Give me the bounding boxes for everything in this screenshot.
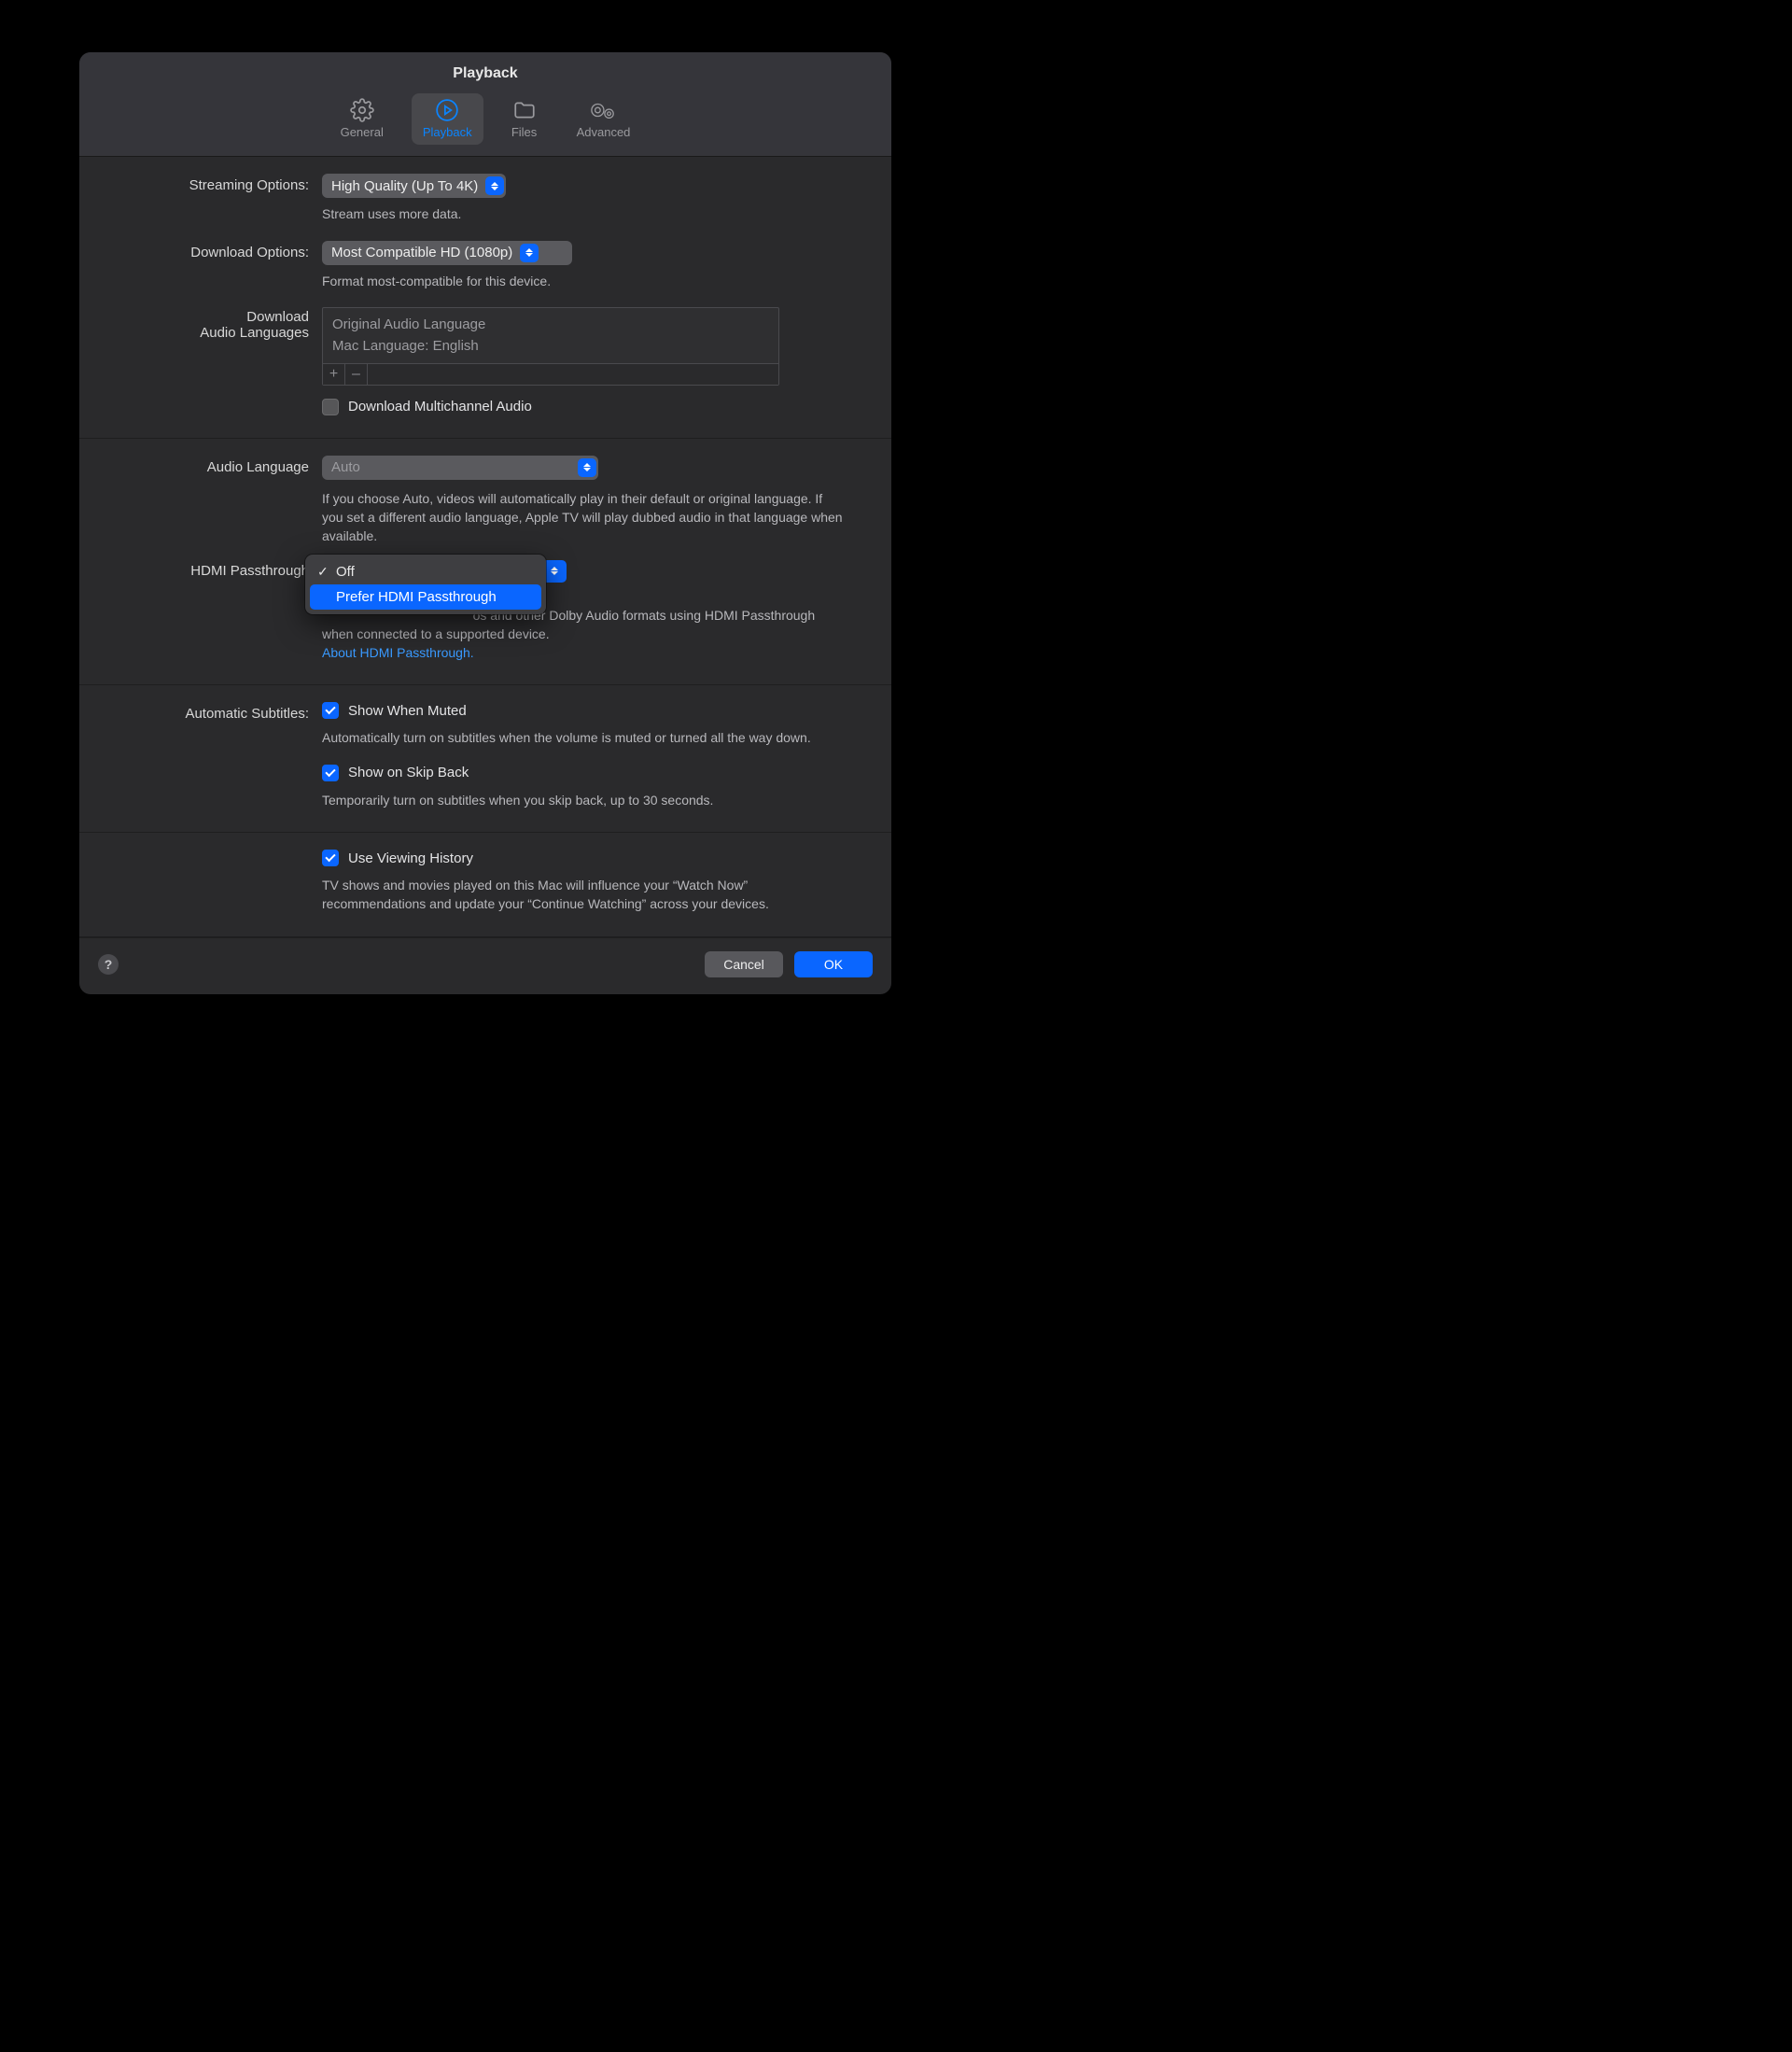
play-circle-icon [434,99,460,121]
select-value: Auto [331,459,360,475]
window-title: Playback [79,52,891,90]
dialog-footer: ? Cancel OK [79,937,891,994]
tab-files[interactable]: Files [500,93,549,145]
download-audio-languages-label: Download Audio Languages [126,307,322,341]
audio-language-desc: If you choose Auto, videos will automati… [322,489,845,546]
section-streaming-download: Streaming Options: High Quality (Up To 4… [79,157,891,439]
add-language-button[interactable]: + [323,364,345,385]
use-viewing-history-label: Use Viewing History [348,850,473,866]
show-on-skip-back-checkbox[interactable] [322,765,339,781]
hdmi-about-link[interactable]: About HDMI Passthrough. [322,645,474,660]
streaming-options-label: Streaming Options: [126,174,322,193]
select-value: High Quality (Up To 4K) [331,178,478,194]
download-multichannel-checkbox[interactable] [322,399,339,415]
tab-advanced[interactable]: Advanced [566,93,642,145]
chevron-updown-icon [578,458,596,477]
show-on-skip-back-desc: Temporarily turn on subtitles when you s… [322,791,845,809]
ok-button[interactable]: OK [794,951,873,977]
show-when-muted-label: Show When Muted [348,703,467,719]
listbox-controls: + – [323,363,778,385]
show-on-skip-back-label: Show on Skip Back [348,765,469,780]
use-viewing-history-checkbox[interactable] [322,850,339,866]
preferences-toolbar: General Playback Files Advanced [79,90,891,157]
hdmi-option-prefer[interactable]: Prefer HDMI Passthrough [310,584,541,610]
list-item[interactable]: Mac Language: English [332,335,769,357]
help-button[interactable]: ? [98,954,119,975]
section-subtitles: Automatic Subtitles: Show When Muted Aut… [79,685,891,833]
download-multichannel-label: Download Multichannel Audio [348,399,532,415]
streaming-options-select[interactable]: High Quality (Up To 4K) [322,174,506,198]
show-when-muted-checkbox[interactable] [322,702,339,719]
list-item[interactable]: Original Audio Language [332,314,769,335]
tab-label: Advanced [577,125,631,139]
audio-language-select[interactable]: Auto [322,456,598,480]
tab-general[interactable]: General [329,93,395,145]
hdmi-passthrough-label: HDMI Passthrough [126,559,322,579]
audio-language-label: Audio Language [126,456,322,475]
listbox-items: Original Audio Language Mac Language: En… [323,308,778,363]
download-audio-languages-listbox[interactable]: Original Audio Language Mac Language: En… [322,307,779,386]
section-viewing-history: Use Viewing History TV shows and movies … [79,833,891,937]
tab-playback[interactable]: Playback [412,93,483,145]
download-options-select[interactable]: Most Compatible HD (1080p) [322,241,572,265]
streaming-hint: Stream uses more data. [322,205,845,224]
remove-language-button[interactable]: – [345,364,368,385]
use-viewing-history-desc: TV shows and movies played on this Mac w… [322,876,845,914]
download-options-label: Download Options: [126,241,322,260]
preferences-window: Playback General Playback Files Advanced [79,52,891,994]
gear-icon [349,99,375,121]
folder-icon [511,99,538,121]
select-value: Most Compatible HD (1080p) [331,245,512,260]
automatic-subtitles-label: Automatic Subtitles: [126,702,322,722]
download-hint: Format most-compatible for this device. [322,273,845,291]
hdmi-passthrough-popup: Off Prefer HDMI Passthrough [305,555,546,614]
show-when-muted-desc: Automatically turn on subtitles when the… [322,728,845,747]
chevron-updown-icon [520,244,539,262]
tab-label: Files [511,125,537,139]
hdmi-desc: Apple TV plays Dolby Atmos and other Dol… [322,606,845,663]
tab-label: Playback [423,125,472,139]
section-audio-hdmi: Audio Language Auto If you choose Auto, … [79,439,891,686]
chevron-updown-icon [485,176,504,195]
hdmi-option-off[interactable]: Off [310,559,541,584]
tab-label: General [341,125,384,139]
gears-icon [590,99,616,121]
cancel-button[interactable]: Cancel [705,951,783,977]
content-area: Streaming Options: High Quality (Up To 4… [79,157,891,994]
